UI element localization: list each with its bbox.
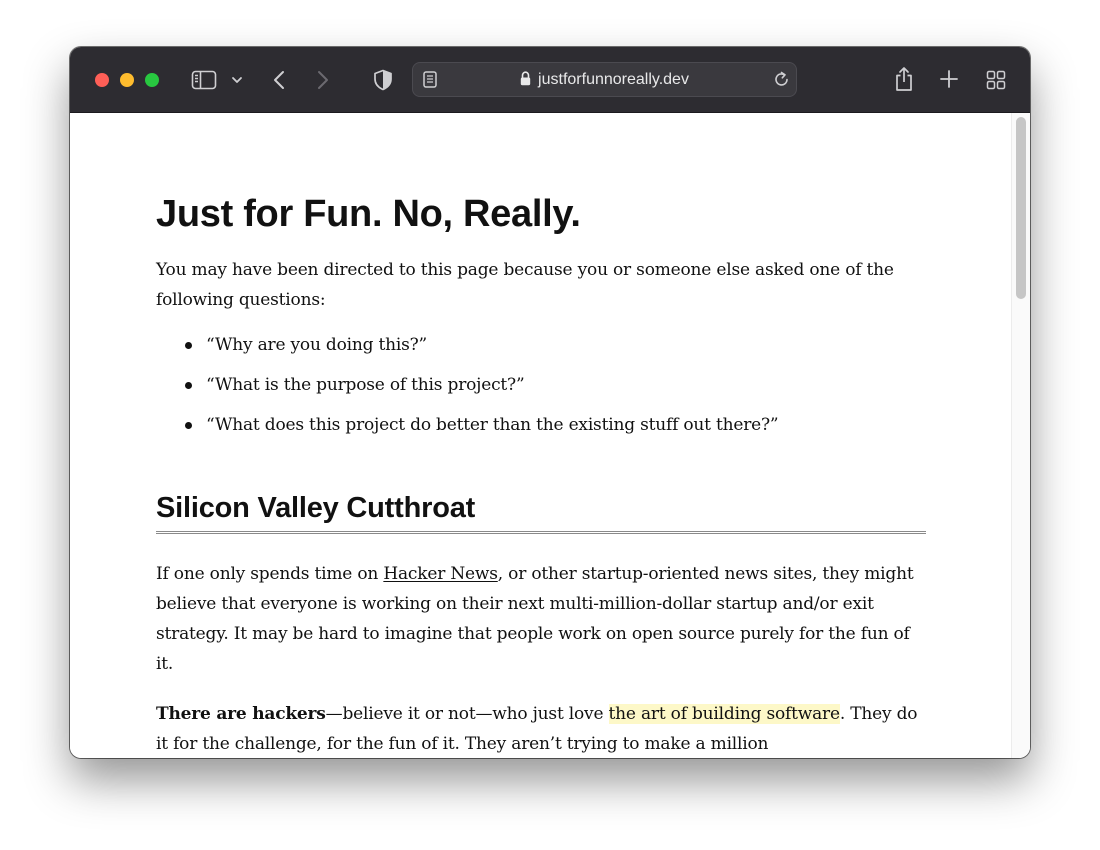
tab-overview-button[interactable] [985, 69, 1007, 91]
chevron-down-icon [232, 77, 242, 83]
reload-button[interactable] [773, 71, 790, 93]
text-span: If one only spends time on [156, 564, 384, 584]
sidebar-toggle-button[interactable] [191, 68, 217, 92]
scrollbar[interactable] [1011, 113, 1030, 758]
paragraph-hackers: There are hackers—believe it or not—who … [156, 699, 926, 758]
list-item: “What is the purpose of this project?” [185, 370, 926, 400]
share-button[interactable] [893, 65, 915, 93]
list-item: “What does this project do better than t… [185, 410, 926, 440]
bold-text: There are hackers [156, 704, 326, 724]
grid-icon [986, 70, 1006, 90]
sidebar-menu-button[interactable] [230, 74, 244, 86]
plus-icon [940, 70, 958, 88]
intro-paragraph: You may have been directed to this page … [156, 260, 894, 310]
section-heading: Silicon Valley Cutthroat [156, 490, 926, 534]
questions-list: “Why are you doing this?” “What is the p… [185, 330, 926, 440]
paragraph-hacker-news: If one only spends time on Hacker News, … [156, 559, 926, 679]
chevron-right-icon [318, 71, 328, 89]
lock-icon [520, 71, 531, 86]
highlighted-text: the art of building software [608, 704, 840, 724]
close-window-button[interactable] [95, 73, 109, 87]
privacy-report-button[interactable] [372, 68, 394, 92]
url-display[interactable]: justforfunnoreally.dev [413, 63, 796, 96]
zoom-window-button[interactable] [145, 73, 159, 87]
forward-button[interactable] [313, 69, 333, 91]
text-span: —believe it or not—who just love [325, 704, 609, 724]
minimize-window-button[interactable] [120, 73, 134, 87]
address-bar[interactable]: justforfunnoreally.dev [412, 62, 797, 97]
chevron-left-icon [274, 71, 284, 89]
page-title: Just for Fun. No, Really. [156, 193, 581, 235]
back-button[interactable] [269, 69, 289, 91]
reload-icon [775, 71, 788, 86]
new-tab-button[interactable] [939, 69, 959, 89]
url-text: justforfunnoreally.dev [538, 70, 689, 88]
scrollbar-thumb[interactable] [1016, 117, 1026, 299]
browser-toolbar: justforfunnoreally.dev [70, 47, 1030, 113]
list-item: “Why are you doing this?” [185, 330, 926, 360]
article: Just for Fun. No, Really. You may have b… [156, 193, 926, 758]
web-content: Just for Fun. No, Really. You may have b… [70, 113, 1030, 758]
share-icon [896, 67, 912, 91]
hacker-news-link[interactable]: Hacker News [383, 564, 498, 584]
sidebar-icon [191, 70, 217, 90]
shield-icon [374, 69, 392, 91]
browser-window: justforfunnoreally.dev Just for Fun. No,… [70, 47, 1030, 758]
